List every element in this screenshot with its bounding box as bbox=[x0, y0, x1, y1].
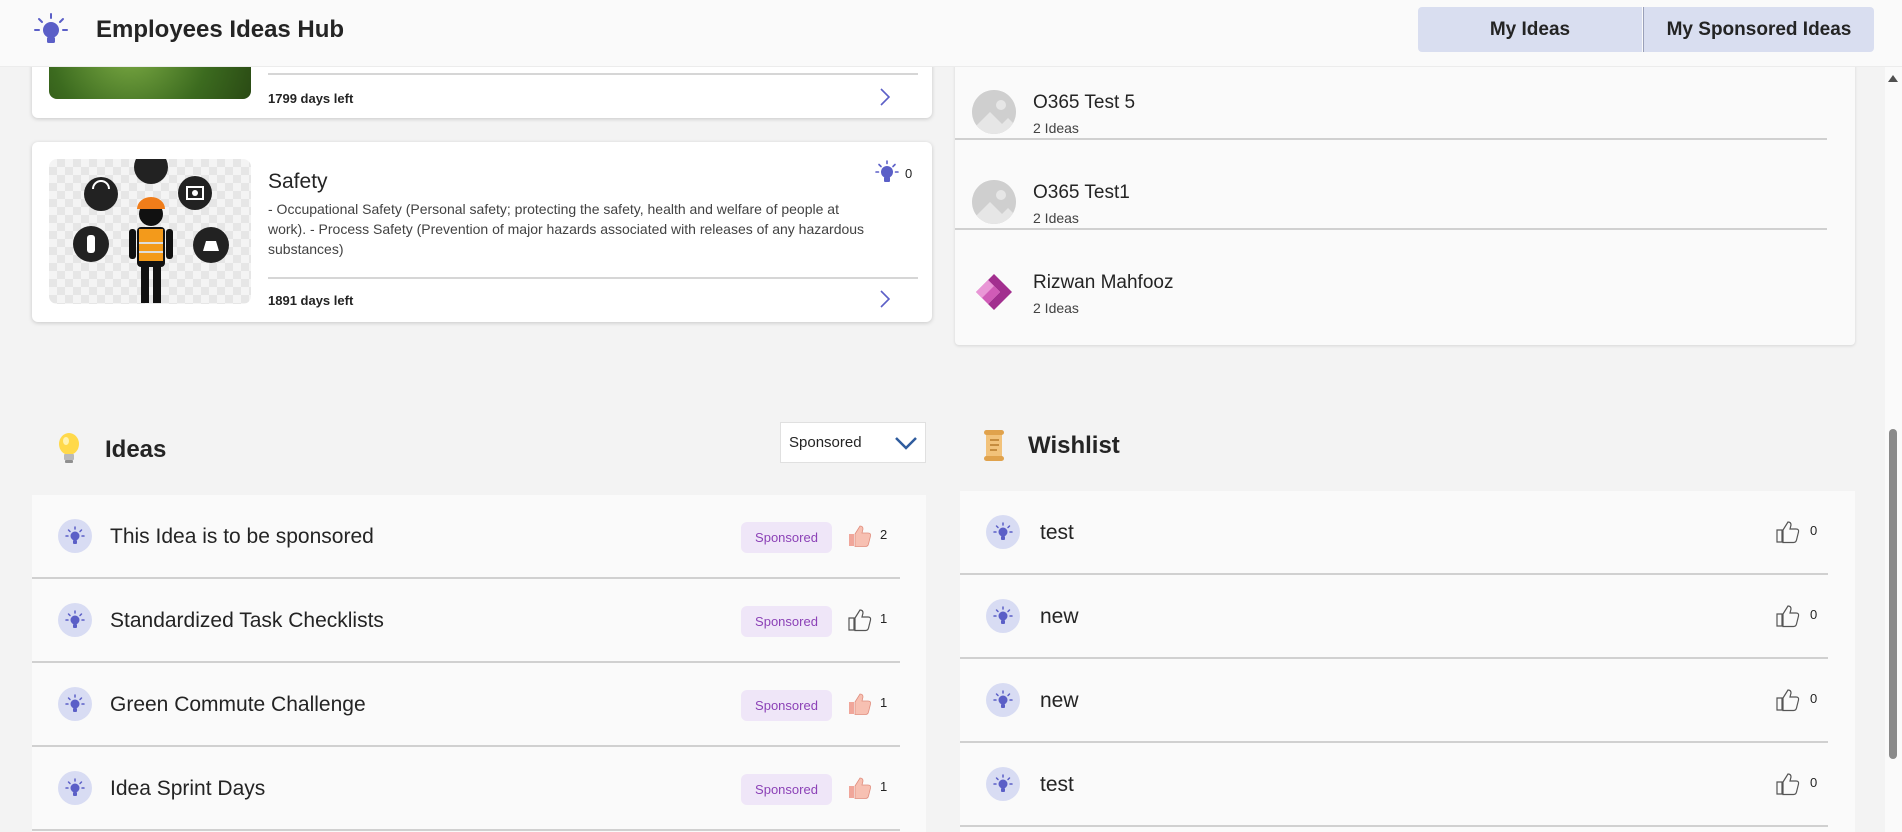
wishlist-section-title: Wishlist bbox=[1028, 432, 1120, 459]
idea-title[interactable]: This Idea is to be sponsored bbox=[110, 525, 374, 549]
placeholder-image-icon bbox=[972, 90, 1016, 134]
days-left: 1891 days left bbox=[268, 293, 354, 308]
thumbs-up-outline-icon[interactable] bbox=[1774, 771, 1800, 797]
chevron-down-icon[interactable] bbox=[894, 435, 918, 451]
lightbulb-logo-icon bbox=[34, 13, 68, 43]
idea-bulb-icon bbox=[58, 603, 92, 637]
days-left: 1799 days left bbox=[268, 91, 354, 106]
safety-illustration-icon bbox=[73, 159, 229, 303]
safety-challenge-image bbox=[49, 159, 251, 304]
my-ideas-button[interactable]: My Ideas bbox=[1418, 7, 1642, 52]
like-count: 0 bbox=[1810, 691, 1818, 706]
power-apps-logo-icon bbox=[972, 270, 1016, 314]
sponsor-name: Rizwan Mahfooz bbox=[1033, 272, 1174, 293]
wishlist-row[interactable]: new 0 bbox=[960, 659, 1828, 743]
thumbs-up-filled-icon[interactable] bbox=[846, 691, 872, 717]
scroll-wishlist-icon bbox=[984, 430, 1004, 461]
wishlist-row[interactable]: test 0 bbox=[960, 743, 1828, 827]
ideas-filter-value: Sponsored bbox=[789, 434, 862, 451]
idea-bulb-icon bbox=[58, 771, 92, 805]
sponsors-panel: O365 Test 5 2 Ideas O365 Test1 2 Ideas R… bbox=[955, 50, 1855, 345]
like-count: 1 bbox=[880, 779, 888, 794]
like-count: 1 bbox=[880, 695, 888, 710]
idea-row[interactable]: Standardized Task Checklists Sponsored 1 bbox=[32, 579, 900, 663]
wishlist-row[interactable]: new 0 bbox=[960, 575, 1828, 659]
lightbulb-icon bbox=[875, 160, 899, 182]
like-count: 0 bbox=[1810, 775, 1818, 790]
idea-row[interactable]: This Idea is to be sponsored Sponsored 2 bbox=[32, 495, 900, 579]
sponsor-name: O365 Test1 bbox=[1033, 182, 1130, 203]
idea-bulb-icon bbox=[986, 599, 1020, 633]
sponsored-badge: Sponsored bbox=[741, 690, 832, 721]
idea-title[interactable]: Green Commute Challenge bbox=[110, 693, 366, 717]
sponsored-badge: Sponsored bbox=[741, 774, 832, 805]
idea-bulb-icon bbox=[58, 687, 92, 721]
idea-bulb-icon bbox=[986, 515, 1020, 549]
wishlist-title[interactable]: new bbox=[1040, 689, 1079, 713]
page-scrollbar[interactable] bbox=[1885, 67, 1902, 832]
sponsor-idea-count: 2 Ideas bbox=[1033, 210, 1079, 226]
challenge-description: - Occupational Safety (Personal safety; … bbox=[268, 201, 865, 257]
ideas-section-title: Ideas bbox=[105, 436, 167, 463]
like-count: 0 bbox=[1810, 523, 1818, 538]
card-divider bbox=[268, 73, 918, 75]
placeholder-image-icon bbox=[972, 180, 1016, 224]
idea-row[interactable]: Idea Sprint Days Sponsored 1 bbox=[32, 747, 900, 831]
sponsor-item[interactable]: O365 Test1 2 Ideas bbox=[955, 140, 1827, 230]
ideas-filter-dropdown[interactable]: Sponsored bbox=[780, 422, 926, 463]
app-title: Employees Ideas Hub bbox=[96, 16, 345, 43]
wishlist-row[interactable]: test 0 bbox=[960, 491, 1828, 575]
ideas-list: This Idea is to be sponsored Sponsored 2… bbox=[32, 495, 926, 832]
app-header: Employees Ideas Hub My Ideas My Sponsore… bbox=[0, 0, 1902, 67]
like-count: 2 bbox=[880, 527, 888, 542]
thumbs-up-outline-icon[interactable] bbox=[1774, 519, 1800, 545]
wishlist-list: test 0 new 0 new 0 test 0 bbox=[960, 491, 1855, 832]
card-divider bbox=[268, 277, 918, 279]
wishlist-title[interactable]: test bbox=[1040, 773, 1074, 797]
sponsor-idea-count: 2 Ideas bbox=[1033, 300, 1079, 316]
challenge-title: Safety bbox=[268, 170, 328, 193]
challenge-idea-count: 0 bbox=[905, 166, 913, 181]
thumbs-up-filled-icon[interactable] bbox=[846, 775, 872, 801]
scroll-up-arrow-icon[interactable] bbox=[1888, 75, 1898, 82]
wishlist-title[interactable]: test bbox=[1040, 521, 1074, 545]
thumbs-up-filled-icon[interactable] bbox=[846, 523, 872, 549]
chevron-right-icon[interactable] bbox=[874, 86, 896, 108]
lightbulb-section-icon bbox=[59, 433, 79, 463]
wishlist-title[interactable]: new bbox=[1040, 605, 1079, 629]
like-count: 1 bbox=[880, 611, 888, 626]
challenge-card-safety[interactable]: Safety - Occupational Safety (Personal s… bbox=[32, 142, 932, 322]
idea-bulb-icon bbox=[58, 519, 92, 553]
sponsor-item[interactable]: Rizwan Mahfooz 2 Ideas bbox=[955, 230, 1827, 320]
scroll-thumb[interactable] bbox=[1889, 429, 1897, 759]
idea-bulb-icon bbox=[986, 767, 1020, 801]
idea-bulb-icon bbox=[986, 683, 1020, 717]
idea-row[interactable]: Green Commute Challenge Sponsored 1 bbox=[32, 663, 900, 747]
sponsor-name: O365 Test 5 bbox=[1033, 92, 1136, 113]
my-sponsored-ideas-button[interactable]: My Sponsored Ideas bbox=[1643, 7, 1874, 52]
sponsor-idea-count: 2 Ideas bbox=[1033, 120, 1079, 136]
like-count: 0 bbox=[1810, 607, 1818, 622]
sponsored-badge: Sponsored bbox=[741, 606, 832, 637]
chevron-right-icon[interactable] bbox=[874, 288, 896, 310]
thumbs-up-outline-icon[interactable] bbox=[1774, 603, 1800, 629]
thumbs-up-outline-icon[interactable] bbox=[846, 607, 872, 633]
sponsored-badge: Sponsored bbox=[741, 522, 832, 553]
thumbs-up-outline-icon[interactable] bbox=[1774, 687, 1800, 713]
idea-title[interactable]: Standardized Task Checklists bbox=[110, 609, 384, 633]
idea-title[interactable]: Idea Sprint Days bbox=[110, 777, 265, 801]
